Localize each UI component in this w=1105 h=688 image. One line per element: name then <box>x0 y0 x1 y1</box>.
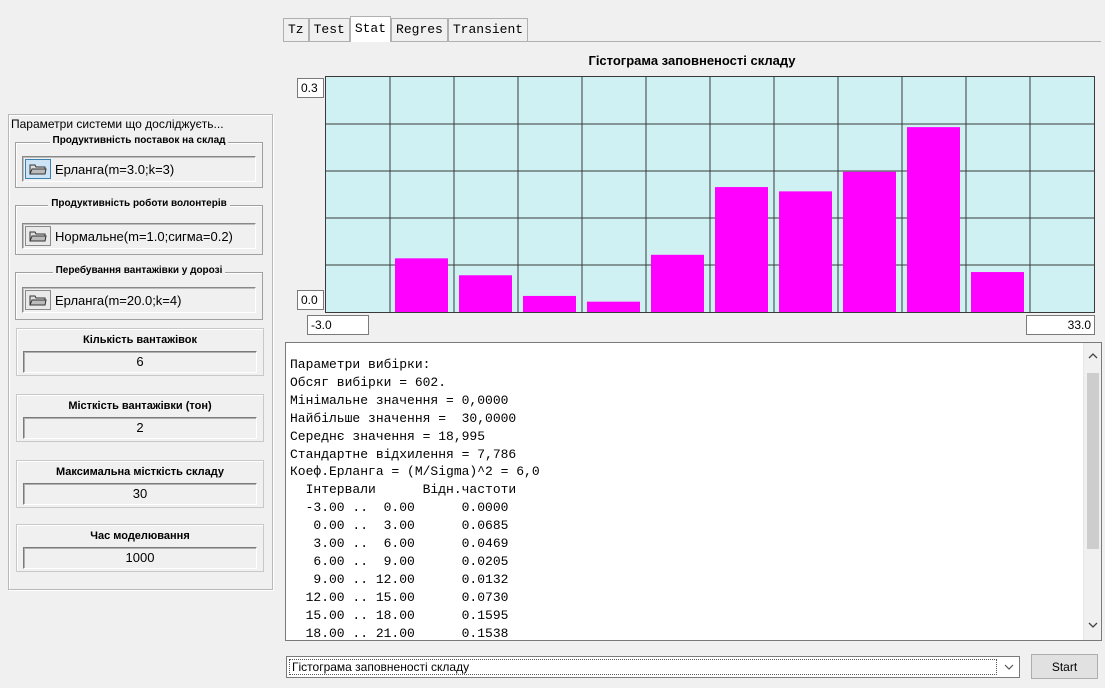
tab-transient[interactable]: Transient <box>447 18 529 41</box>
histogram-bar <box>587 301 640 312</box>
histogram-bar <box>907 127 960 312</box>
statistics-text: Параметри вибірки: Обсяг вибірки = 602. Мі… <box>290 356 1079 641</box>
output-line: Коеф.Ерланга = (M/Sigma)^2 = 6,0 <box>290 464 540 480</box>
histogram-chart: Гістограма заповненості складу 0.3 0.0 -… <box>287 47 1097 337</box>
histogram-bar <box>459 275 512 312</box>
output-line: 0.00 .. 3.00 0.0685 <box>290 518 509 534</box>
output-line: Параметри вибірки: <box>290 357 431 372</box>
tab-regres[interactable]: Regres <box>391 18 448 41</box>
histogram-bar <box>971 272 1024 312</box>
histogram-bar <box>395 258 448 312</box>
simulation-time-field[interactable]: 1000 <box>23 547 257 569</box>
truck-count-field[interactable]: 6 <box>23 351 257 373</box>
warehouse-capacity-field[interactable]: 30 <box>23 483 257 505</box>
param-label: Перебування вантажівки у дорозі <box>52 265 226 276</box>
histogram-bar <box>523 295 576 312</box>
output-line: 12.00 .. 15.00 0.0730 <box>290 589 509 605</box>
output-line: 9.00 .. 12.00 0.0132 <box>290 571 509 587</box>
param-group-supply: Продуктивність поставок на склад Ерланга… <box>15 135 263 188</box>
tab-tz[interactable]: Tz <box>283 18 309 41</box>
output-line: Середнє значення = 18,995 <box>290 428 486 444</box>
output-line: 6.00 .. 9.00 0.0205 <box>290 553 509 569</box>
param-value: Ерланга(m=3.0;k=3) <box>55 161 175 177</box>
output-line: Мінімальне значення = 0,0000 <box>290 392 509 408</box>
output-line: Інтервали Відн.частоти <box>290 482 517 498</box>
start-button[interactable]: Start <box>1031 654 1098 679</box>
output-line: 3.00 .. 6.00 0.0469 <box>290 536 509 552</box>
folder-icon[interactable] <box>25 290 51 310</box>
output-line: 15.00 .. 18.00 0.1595 <box>290 607 509 623</box>
output-line: Обсяг вибірки = 602. <box>290 374 447 390</box>
histogram-bar <box>715 187 768 312</box>
vertical-scrollbar[interactable] <box>1083 343 1101 640</box>
param-label: Продуктивність роботи волонтерів <box>48 198 230 209</box>
histogram-bar <box>651 254 704 312</box>
histogram-bar <box>779 191 832 312</box>
chart-select[interactable]: Гістограма заповненості складу <box>286 656 1020 678</box>
y-min-label: 0.0 <box>297 290 324 310</box>
x-min-label: -3.0 <box>307 315 369 335</box>
tab-stat[interactable]: Stat <box>349 16 392 42</box>
y-max-label: 0.3 <box>297 78 324 98</box>
param-value: Ерланга(m=20.0;k=4) <box>55 292 182 308</box>
scroll-up-icon[interactable] <box>1084 347 1101 365</box>
truck-count-label: Кількість вантажівок <box>83 334 197 346</box>
param-field-truck-road[interactable]: Ерланга(m=20.0;k=4) <box>22 287 256 313</box>
truck-capacity-field[interactable]: 2 <box>23 417 257 439</box>
folder-icon[interactable] <box>25 226 51 246</box>
x-max-label: 33.0 <box>1026 315 1095 335</box>
simulation-time-group: Час моделювання 1000 <box>16 524 264 572</box>
param-group-volunteers: Продуктивність роботи волонтерів Нормаль… <box>15 198 263 255</box>
output-line: 18.00 .. 21.00 0.1538 <box>290 625 509 641</box>
statistics-output[interactable]: Параметри вибірки: Обсяг вибірки = 602. Мі… <box>285 342 1102 641</box>
histogram-bar <box>843 171 896 312</box>
panel-title: Параметри системи що досліджуєть... <box>11 117 224 131</box>
output-line: -3.00 .. 0.00 0.0000 <box>290 500 509 516</box>
output-line: Стандартне відхилення = 7,786 <box>290 446 517 462</box>
param-field-supply[interactable]: Ерланга(m=3.0;k=3) <box>22 156 256 182</box>
param-value: Нормальне(m=1.0;сигма=0.2) <box>55 228 233 244</box>
chart-select-value: Гістограма заповненості складу <box>289 659 997 675</box>
histogram-svg <box>326 77 1094 312</box>
folder-icon[interactable] <box>25 159 51 179</box>
param-label: Продуктивність поставок на склад <box>49 135 229 146</box>
simulation-time-label: Час моделювання <box>90 530 190 542</box>
param-group-truck-road: Перебування вантажівки у дорозі Ерланга(… <box>15 265 263 320</box>
tab-test[interactable]: Test <box>308 18 350 41</box>
plot-area <box>325 76 1095 313</box>
output-line: Найбільше значення = 30,0000 <box>290 410 517 426</box>
truck-capacity-label: Місткість вантажівки (тон) <box>68 400 212 412</box>
truck-capacity-group: Місткість вантажівки (тон) 2 <box>16 394 264 442</box>
scroll-thumb[interactable] <box>1087 373 1099 549</box>
tab-bar: Tz Test Stat Regres Transient <box>283 16 529 42</box>
warehouse-capacity-label: Максимальна місткість складу <box>55 466 224 478</box>
warehouse-capacity-group: Максимальна місткість складу 30 <box>16 460 264 508</box>
scroll-down-icon[interactable] <box>1084 616 1101 634</box>
param-field-volunteers[interactable]: Нормальне(m=1.0;сигма=0.2) <box>22 223 256 249</box>
chevron-down-icon[interactable] <box>999 657 1019 677</box>
chart-title: Гістограма заповненості складу <box>588 53 796 68</box>
truck-count-group: Кількість вантажівок 6 <box>16 328 264 376</box>
